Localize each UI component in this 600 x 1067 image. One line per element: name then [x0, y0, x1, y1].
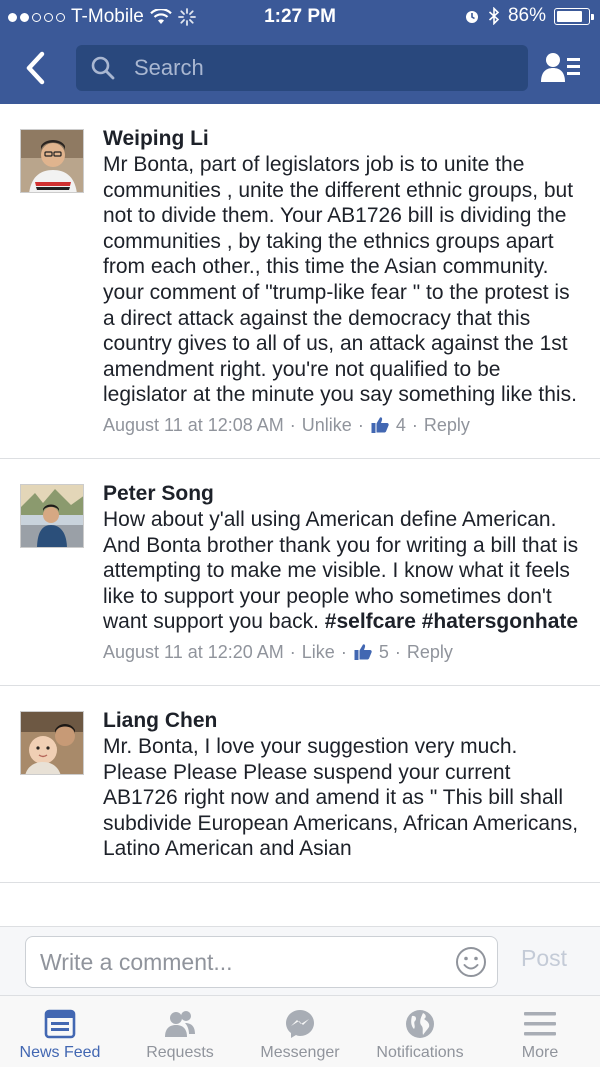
thumbs-up-icon[interactable]	[370, 415, 390, 435]
top-bar: T-Mobile 1:27 PM 86% Search	[0, 0, 600, 104]
tab-messenger[interactable]: Messenger	[240, 996, 360, 1067]
friend-requests-button[interactable]	[540, 50, 582, 86]
separator-dot: ·	[411, 414, 418, 435]
reply-button[interactable]: Reply	[407, 639, 453, 665]
like-count[interactable]: 5	[379, 639, 389, 665]
navigation-bar	[0, 34, 600, 104]
avatar[interactable]	[20, 129, 84, 193]
separator-dot: ·	[357, 414, 364, 435]
comment-text: Mr. Bonta, I love your suggestion very m…	[103, 734, 580, 862]
comment-input[interactable]	[40, 937, 440, 987]
status-bar: T-Mobile 1:27 PM 86%	[0, 0, 600, 34]
unlike-button[interactable]: Unlike	[302, 412, 352, 438]
alarm-icon	[465, 11, 478, 23]
search-input[interactable]	[134, 45, 514, 91]
tab-label: Messenger	[260, 1044, 340, 1061]
bluetooth-icon	[488, 7, 500, 25]
thumbs-up-icon[interactable]	[353, 642, 373, 662]
battery-icon	[554, 7, 594, 25]
search-box[interactable]	[76, 45, 528, 91]
comment-author[interactable]: Weiping Li	[103, 126, 580, 152]
comment-body: Mr. Bonta, I love your suggestion very m…	[103, 734, 579, 861]
profile-photo-peter-song	[21, 484, 83, 547]
profile-photo-liang-chen	[21, 711, 83, 774]
search-icon	[91, 56, 115, 80]
back-button[interactable]	[18, 48, 54, 88]
battery-percent: 86%	[507, 5, 546, 26]
emoji-button[interactable]	[455, 946, 487, 978]
like-count[interactable]: 4	[396, 412, 406, 438]
separator-dot: ·	[340, 641, 347, 662]
chevron-left-icon	[26, 51, 45, 85]
news-feed-icon	[44, 1009, 76, 1039]
battery-level	[557, 10, 582, 22]
comment-item: Weiping Li Mr Bonta, part of legislators…	[0, 104, 600, 459]
avatar[interactable]	[20, 483, 84, 548]
comment-text: How about y'all using American define Am…	[103, 507, 580, 635]
comment-timestamp[interactable]: August 11 at 12:20 AM	[103, 639, 284, 665]
requests-icon	[165, 1011, 195, 1037]
comment-author[interactable]: Peter Song	[103, 481, 580, 507]
comment-item: Liang Chen Mr. Bonta, I love your sugges…	[0, 686, 600, 883]
comment-meta: August 11 at 12:08 AM · Unlike · 4 · Rep…	[103, 412, 580, 438]
menu-icon	[524, 1012, 556, 1036]
comment-hashtags[interactable]: #selfcare #hatersgonhate	[325, 610, 578, 633]
globe-icon	[406, 1010, 434, 1038]
avatar[interactable]	[20, 710, 84, 775]
separator-dot: ·	[289, 414, 296, 435]
friend-requests-icon	[541, 53, 580, 82]
separator-dot: ·	[394, 641, 401, 662]
tab-label: Requests	[146, 1044, 214, 1061]
tab-news-feed[interactable]: News Feed	[0, 996, 120, 1067]
profile-photo-weiping-li	[21, 130, 83, 192]
post-button[interactable]: Post	[521, 945, 567, 972]
tab-label: Notifications	[376, 1044, 464, 1061]
tab-bar: News Feed Requests Messenger Notificatio…	[0, 996, 600, 1067]
comment-input-box[interactable]	[25, 936, 498, 988]
comment-body: Mr Bonta, part of legislators job is to …	[103, 153, 577, 407]
comment-text: Mr Bonta, part of legislators job is to …	[103, 152, 580, 408]
comment-item: Peter Song How about y'all using America…	[0, 459, 600, 686]
tab-notifications[interactable]: Notifications	[360, 996, 480, 1067]
tab-label: News Feed	[19, 1044, 101, 1061]
messenger-icon	[286, 1010, 314, 1038]
comment-meta: August 11 at 12:20 AM · Like · 5 · Reply	[103, 639, 580, 665]
separator-dot: ·	[289, 641, 296, 662]
like-button[interactable]: Like	[302, 639, 335, 665]
status-right: 86%	[464, 5, 594, 27]
reply-button[interactable]: Reply	[424, 412, 470, 438]
comment-timestamp[interactable]: August 11 at 12:08 AM	[103, 412, 284, 438]
smiley-icon	[456, 947, 486, 977]
tab-requests[interactable]: Requests	[120, 996, 240, 1067]
tab-more[interactable]: More	[480, 996, 600, 1067]
comments-list: Weiping Li Mr Bonta, part of legislators…	[0, 104, 600, 926]
comment-author[interactable]: Liang Chen	[103, 708, 580, 734]
comment-composer: Post	[0, 926, 600, 996]
tab-label: More	[521, 1044, 559, 1061]
